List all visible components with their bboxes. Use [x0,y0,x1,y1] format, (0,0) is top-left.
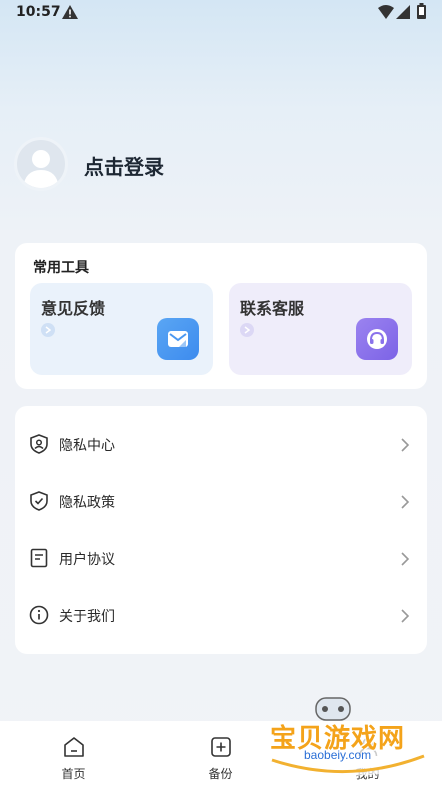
watermark-url: baobeiy.com [304,748,372,762]
menu-item-about-us[interactable]: 关于我们 [15,589,427,641]
menu-label: 用户协议 [59,552,115,568]
login-button[interactable]: 点击登录 [84,151,164,180]
feedback-label: 意见反馈 [41,299,106,318]
chevron-right-icon [401,552,410,566]
nav-label: 首页 [61,767,86,781]
chevron-right-icon [401,609,410,623]
mail-icon [157,318,199,360]
signal-icon [396,5,410,19]
menu-item-privacy-policy[interactable]: 隐私政策 [15,475,427,527]
status-time: 10:57 [16,4,61,20]
battery-icon [417,3,426,19]
shield-user-icon [30,434,48,454]
chevron-right-icon [240,323,254,337]
menu-item-user-agreement[interactable]: 用户协议 [15,532,427,584]
tools-title: 常用工具 [33,260,89,276]
tools-card: 常用工具 意见反馈 联系客服 [15,243,427,389]
shield-check-icon [30,491,48,511]
chevron-right-icon [401,438,410,452]
customer-service-tool[interactable]: 联系客服 [229,283,412,375]
menu-card: 隐私中心 隐私政策 用户协议 关于我们 [15,406,427,654]
chevron-right-icon [41,323,55,337]
watermark: 宝贝游戏网 baobeiy.com [262,690,434,785]
nav-home[interactable]: 首页 [0,721,147,785]
menu-label: 关于我们 [59,609,115,625]
avatar[interactable] [14,137,68,191]
menu-label: 隐私中心 [59,438,115,454]
info-icon [29,605,49,625]
warning-icon [62,5,78,19]
menu-item-privacy-center[interactable]: 隐私中心 [15,418,427,470]
wifi-icon [378,5,394,19]
headset-icon [356,318,398,360]
menu-label: 隐私政策 [59,495,115,511]
add-box-icon [211,737,231,757]
feedback-tool[interactable]: 意见反馈 [30,283,213,375]
chevron-right-icon [401,495,410,509]
document-icon [30,548,48,568]
customer-service-label: 联系客服 [240,299,305,318]
home-icon [64,737,84,757]
status-bar: 10:57 [0,0,442,28]
user-placeholder-icon [23,150,59,188]
